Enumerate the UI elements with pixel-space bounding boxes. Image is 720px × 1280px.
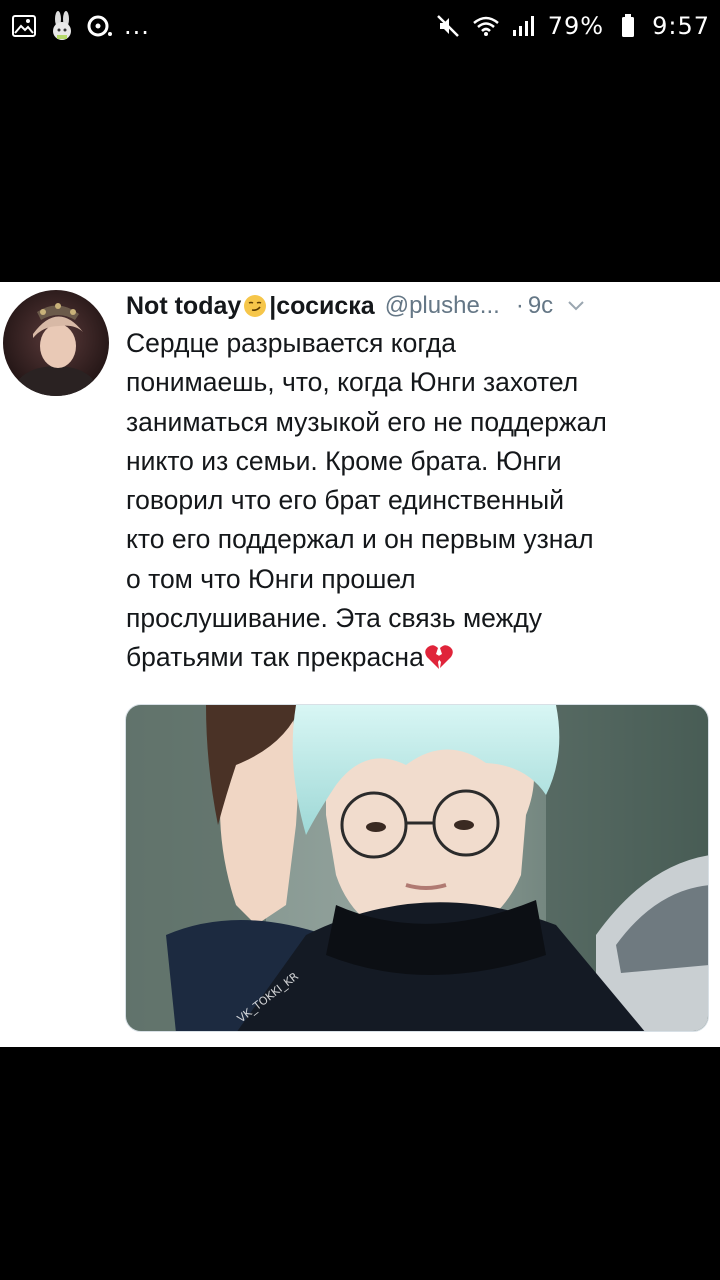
more-notifications-text: ... <box>124 12 150 40</box>
status-bar-left: ... <box>10 11 150 40</box>
tweet-text-last-words: братьями так прекрасна <box>126 642 424 673</box>
avatar[interactable] <box>3 290 109 396</box>
tweet-text-line: понимаешь, что, когда Юнги захотел <box>126 367 579 398</box>
tweet-card: Not today |сосиска @plushe... · 9с Сердц… <box>0 282 720 1047</box>
battery-icon <box>614 12 642 40</box>
tweet-text-line: кто его поддержал и он первым узнал <box>126 524 594 555</box>
signal-icon <box>510 12 538 40</box>
tweet-text: Сердце разрывается когда понимаешь, что,… <box>126 324 716 678</box>
mute-icon <box>434 12 462 40</box>
status-bar: ... 79% 9:57 <box>0 0 720 52</box>
tweet-text-line: о том что Юнги прошел <box>126 563 416 594</box>
smirk-emoji-icon <box>243 294 267 318</box>
author-name[interactable]: Not today <box>126 292 241 321</box>
status-bar-right: 79% 9:57 <box>434 12 710 40</box>
tweet-header: Not today |сосиска @plushe... · 9с <box>126 288 716 324</box>
wifi-icon <box>472 12 500 40</box>
tweet-time[interactable]: 9с <box>528 292 553 320</box>
music-disc-icon <box>86 12 114 40</box>
tweet-text-line: прослушивание. Эта связь между <box>126 603 543 634</box>
tweet-text-line: говорил что его брат единственный <box>126 485 565 516</box>
tweet-text-line: никто из семьи. Кроме брата. Юнги <box>126 445 562 476</box>
status-time: 9:57 <box>652 12 710 40</box>
battery-percent: 79% <box>547 12 605 40</box>
separator-dot: · <box>515 292 524 319</box>
bunny-app-icon <box>48 11 76 40</box>
tweet-text-line: Сердце разрывается когда <box>126 328 457 358</box>
broken-heart-emoji-icon <box>424 642 454 672</box>
chevron-down-icon[interactable] <box>567 297 585 315</box>
author-handle[interactable]: @plushe... <box>385 292 500 320</box>
author-name-suffix[interactable]: |сосиска <box>269 292 374 321</box>
tweet-text-line: заниматься музыкой его не поддержал <box>126 406 607 437</box>
tweet-photo[interactable]: VK_TOKKI_KR <box>125 704 709 1032</box>
image-icon <box>10 12 38 40</box>
tweet-text-line-last: братьями так прекрасна <box>126 638 716 677</box>
